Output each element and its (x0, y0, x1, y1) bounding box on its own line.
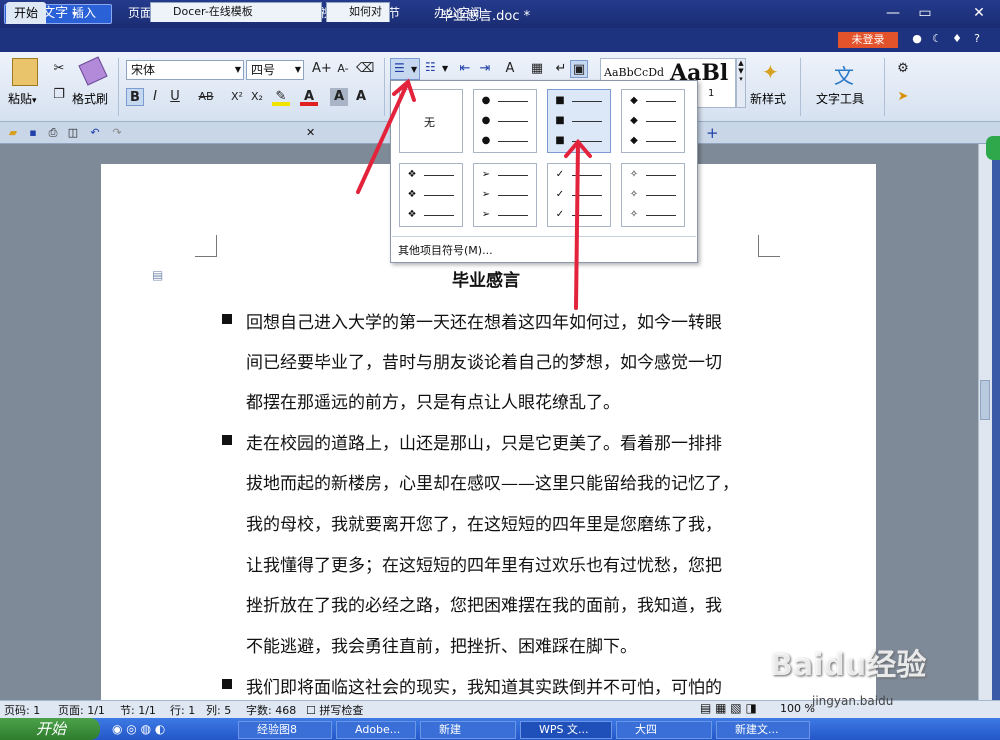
quick-launch-icons[interactable]: ◉ ◎ ◍ ◐ (112, 722, 165, 736)
status-word-count: 字数: 468 (246, 704, 297, 717)
baidu-watermark-logo: Baidu经验 (770, 648, 927, 683)
spellcheck-label: 拼写检查 (319, 704, 364, 717)
taskbar-item[interactable]: 大四 (616, 721, 712, 739)
annotation-arrows (356, 78, 592, 310)
start-button[interactable]: 开始 (0, 718, 100, 740)
status-page-code: 页码: 1 (4, 704, 41, 717)
taskbar-item[interactable]: 新建文... (716, 721, 810, 739)
status-page: 页面: 1/1 (58, 704, 105, 717)
baidu-watermark-url: jingyan.baidu (812, 694, 894, 708)
arrow-to-bullet-button (356, 80, 410, 194)
arrow-to-square-bullet (574, 140, 580, 310)
taskbar-item-active[interactable]: WPS 文... (520, 721, 612, 739)
view-mode-icons[interactable]: ▤ ▦ ▧ ◨ (700, 701, 757, 715)
status-section: 节: 1/1 (120, 704, 156, 717)
spellcheck-toggle[interactable]: ☐ 拼写检查 (306, 702, 363, 718)
taskbar-item[interactable]: 经验图8 (238, 721, 332, 739)
status-row: 行: 1 (170, 704, 196, 717)
status-col: 列: 5 (206, 704, 232, 717)
taskbar-item[interactable]: Adobe... (336, 721, 416, 739)
taskbar-item[interactable]: 新建 (420, 721, 516, 739)
zoom-level[interactable]: 100 % (780, 702, 815, 715)
